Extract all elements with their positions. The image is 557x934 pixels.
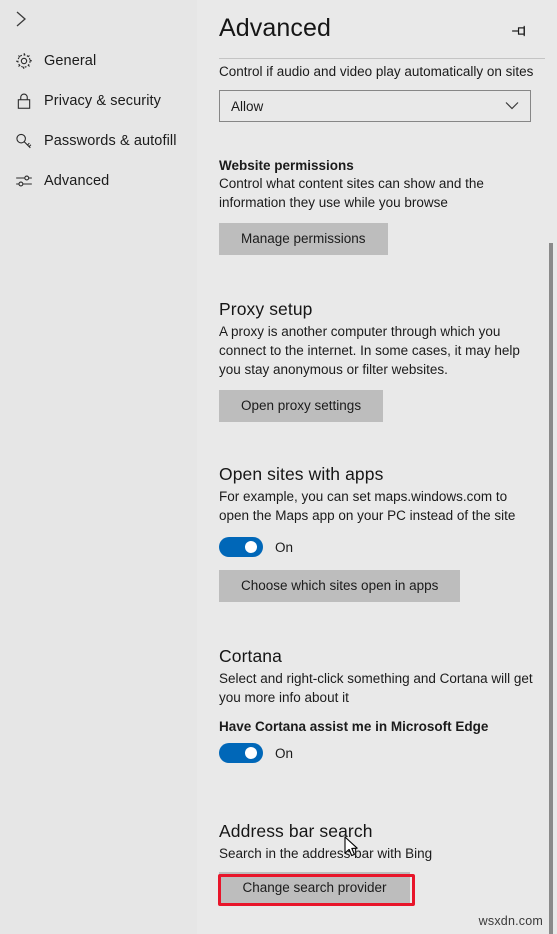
open-sites-description: For example, you can set maps.windows.co… xyxy=(219,489,516,523)
manage-permissions-button[interactable]: Manage permissions xyxy=(219,223,388,255)
section-proxy-setup: Proxy setup A proxy is another computer … xyxy=(219,299,539,422)
settings-sidebar: General Privacy & security Passwords & a… xyxy=(0,0,197,934)
cortana-toggle-label: On xyxy=(275,745,294,761)
proxy-setup-description: A proxy is another computer through whic… xyxy=(219,324,520,377)
sidebar-item-privacy-security[interactable]: Privacy & security xyxy=(0,81,197,121)
media-autoplay-dropdown-value: Allow xyxy=(231,98,264,114)
address-bar-search-heading: Address bar search xyxy=(219,821,373,841)
section-media-autoplay: Control if audio and video play automati… xyxy=(219,62,539,122)
media-autoplay-description: Control if audio and video play automati… xyxy=(219,64,534,79)
key-icon xyxy=(4,131,44,151)
open-proxy-settings-button[interactable]: Open proxy settings xyxy=(219,390,384,422)
address-bar-search-description: Search in the address bar with Bing xyxy=(219,846,433,861)
media-autoplay-dropdown[interactable]: Allow xyxy=(219,90,531,122)
section-cortana: Cortana Select and right-click something… xyxy=(219,646,539,763)
sidebar-item-label: Advanced xyxy=(44,173,110,189)
settings-content: Control if audio and video play automati… xyxy=(197,0,557,934)
cortana-description: Select and right-click something and Cor… xyxy=(219,671,533,705)
settings-main-pane: Advanced Control if audio and video play… xyxy=(197,0,557,934)
lock-icon xyxy=(4,91,44,111)
cortana-heading: Cortana xyxy=(219,646,282,666)
website-permissions-subheading: Website permissions xyxy=(219,158,354,173)
chevron-down-icon xyxy=(505,102,519,111)
chevron-right-icon xyxy=(15,10,28,33)
sidebar-item-general[interactable]: General xyxy=(0,41,197,81)
watermark: wsxdn.com xyxy=(478,914,543,928)
sidebar-item-advanced[interactable]: Advanced xyxy=(0,161,197,201)
toggle-knob xyxy=(245,541,257,553)
sidebar-collapse-button[interactable] xyxy=(4,6,38,36)
toggle-knob xyxy=(245,747,257,759)
sidebar-item-label: Privacy & security xyxy=(44,93,162,109)
open-sites-toggle-label: On xyxy=(275,539,294,555)
open-sites-toggle[interactable] xyxy=(219,537,263,557)
vertical-scrollbar-track[interactable] xyxy=(545,0,557,934)
cortana-subheading: Have Cortana assist me in Microsoft Edge xyxy=(219,719,489,734)
edge-settings-pane: General Privacy & security Passwords & a… xyxy=(0,0,557,934)
cortana-toggle[interactable] xyxy=(219,743,263,763)
website-permissions-description: Control what content sites can show and … xyxy=(219,176,484,210)
cortana-toggle-row: On xyxy=(219,743,539,763)
sidebar-item-label: General xyxy=(44,53,97,69)
sidebar-item-passwords-autofill[interactable]: Passwords & autofill xyxy=(0,121,197,161)
open-sites-toggle-row: On xyxy=(219,537,539,557)
change-search-provider-button[interactable]: Change search provider xyxy=(219,872,410,904)
sidebar-item-label: Passwords & autofill xyxy=(44,133,177,149)
proxy-setup-heading: Proxy setup xyxy=(219,299,313,319)
section-address-bar-search: Address bar search Search in the address… xyxy=(219,821,539,904)
sliders-icon xyxy=(4,171,44,191)
section-open-sites-with-apps: Open sites with apps For example, you ca… xyxy=(219,464,539,602)
choose-sites-open-in-apps-button[interactable]: Choose which sites open in apps xyxy=(219,570,461,602)
section-website-permissions: Website permissions Control what content… xyxy=(219,158,539,255)
open-sites-heading: Open sites with apps xyxy=(219,464,384,484)
gear-icon xyxy=(4,51,44,71)
vertical-scrollbar-thumb[interactable] xyxy=(549,243,553,934)
